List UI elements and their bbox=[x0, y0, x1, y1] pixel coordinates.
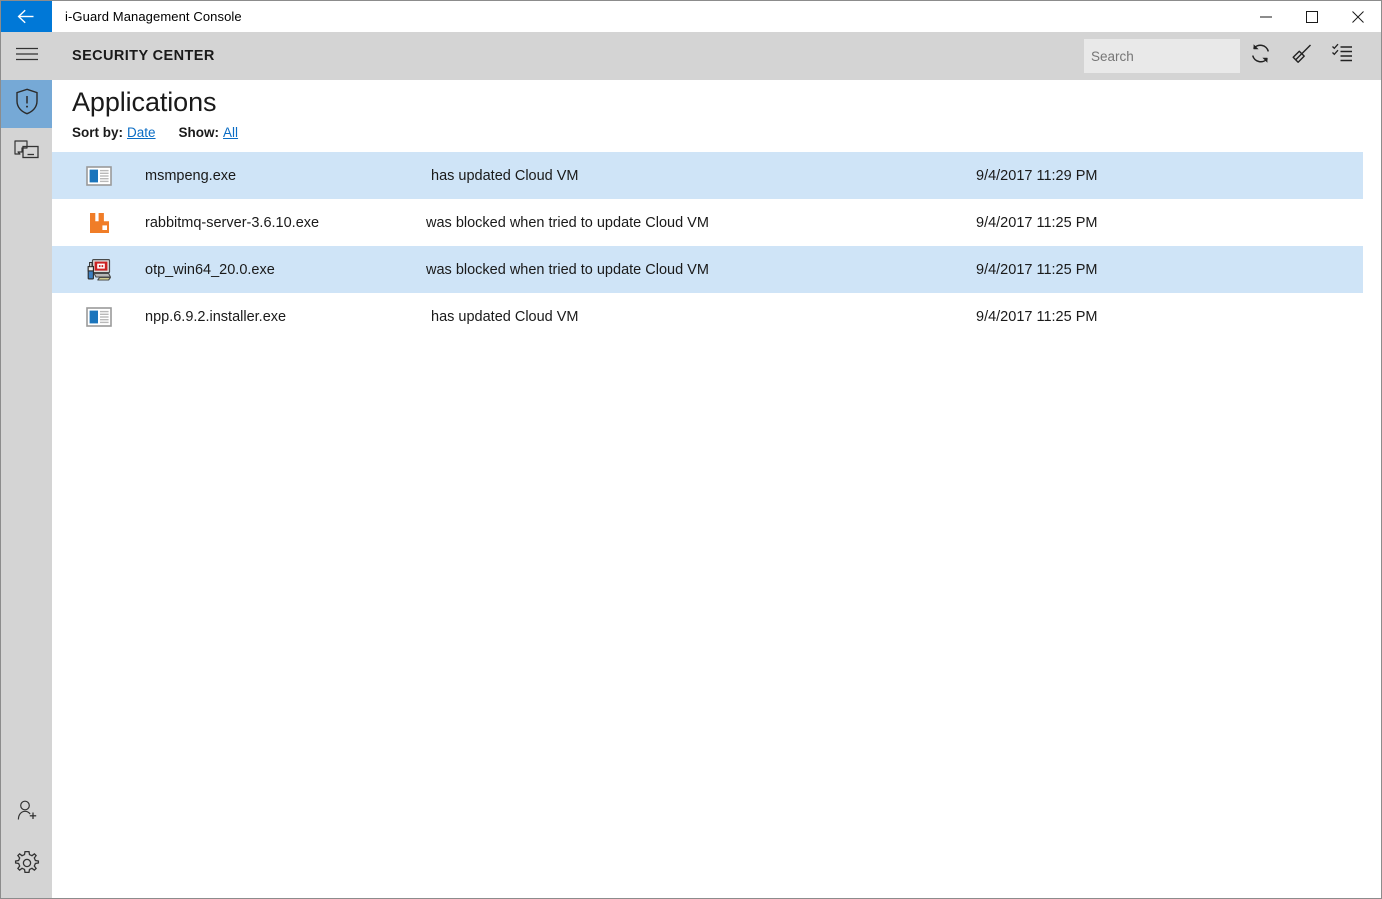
back-button[interactable] bbox=[1, 1, 52, 32]
row-icon-cell bbox=[52, 257, 126, 283]
row-file-name: msmpeng.exe bbox=[145, 167, 237, 184]
row-icon-cell bbox=[52, 163, 126, 189]
page-title: Applications bbox=[72, 87, 217, 117]
refresh-button[interactable] bbox=[1240, 32, 1281, 80]
row-file-name: npp.6.9.2.installer.exe bbox=[145, 308, 287, 325]
clear-icon bbox=[1289, 41, 1314, 71]
hamburger-menu-icon bbox=[15, 46, 38, 67]
shield-alert-icon bbox=[15, 88, 39, 120]
window-title: i-Guard Management Console bbox=[65, 9, 242, 24]
left-nav-rail bbox=[1, 32, 52, 898]
header-toolbar bbox=[1240, 32, 1381, 80]
add-user-icon bbox=[15, 799, 39, 828]
row-action-text: was blocked when tried to update Cloud V… bbox=[426, 214, 709, 231]
content-pane: Applications Sort by: Date Show: All msm… bbox=[52, 80, 1381, 898]
show-value-link[interactable]: All bbox=[223, 125, 238, 140]
sort-by-label: Sort by: bbox=[72, 125, 124, 140]
rabbitmq-icon bbox=[90, 212, 109, 233]
show-label: Show: bbox=[178, 125, 220, 140]
filter-bar: Sort by: Date Show: All bbox=[52, 118, 1381, 140]
devices-icon bbox=[13, 139, 40, 166]
select-items-button[interactable] bbox=[1322, 32, 1363, 80]
sidebar-item-add-user[interactable] bbox=[1, 787, 52, 839]
sort-by-value-link[interactable]: Date bbox=[127, 125, 156, 140]
row-action-text: has updated Cloud VM bbox=[431, 167, 579, 184]
clear-button[interactable] bbox=[1281, 32, 1322, 80]
sidebar-item-menu[interactable] bbox=[1, 32, 52, 80]
close-button[interactable] bbox=[1335, 1, 1381, 32]
sidebar-bottom-group bbox=[1, 787, 52, 891]
table-row[interactable]: npp.6.9.2.installer.exe has updated Clou… bbox=[52, 293, 1363, 340]
app-window: i-Guard Management Console SECURITY CENT… bbox=[0, 0, 1382, 899]
window-controls bbox=[1243, 1, 1381, 32]
otp-installer-icon bbox=[87, 258, 111, 281]
file-window-blue-icon bbox=[86, 306, 112, 327]
row-action-text: has updated Cloud VM bbox=[431, 308, 579, 325]
sidebar-item-settings[interactable] bbox=[1, 839, 52, 891]
minimize-button[interactable] bbox=[1243, 1, 1289, 32]
row-date: 9/4/2017 11:25 PM bbox=[976, 261, 1098, 278]
maximize-button[interactable] bbox=[1289, 1, 1335, 32]
table-row[interactable]: rabbitmq-server-3.6.10.exe was blocked w… bbox=[52, 199, 1363, 246]
row-icon-cell bbox=[52, 304, 126, 330]
file-window-blue-icon bbox=[86, 165, 112, 186]
app-header: SECURITY CENTER bbox=[52, 32, 1381, 80]
checklist-icon bbox=[1330, 41, 1355, 71]
row-date: 9/4/2017 11:25 PM bbox=[976, 308, 1098, 325]
settings-gear-icon bbox=[14, 850, 40, 881]
sidebar-item-security-center[interactable] bbox=[1, 80, 52, 128]
table-row[interactable]: msmpeng.exe has updated Cloud VM 9/4/201… bbox=[52, 152, 1363, 199]
minimize-icon bbox=[1260, 16, 1272, 17]
title-bar: i-Guard Management Console bbox=[1, 1, 1381, 32]
row-action-text: was blocked when tried to update Cloud V… bbox=[426, 261, 709, 278]
row-date: 9/4/2017 11:25 PM bbox=[976, 214, 1098, 231]
row-date: 9/4/2017 11:29 PM bbox=[976, 167, 1098, 184]
back-arrow-icon bbox=[17, 9, 36, 24]
search-input[interactable] bbox=[1084, 39, 1240, 73]
row-file-name: rabbitmq-server-3.6.10.exe bbox=[145, 214, 320, 231]
maximize-icon bbox=[1306, 10, 1318, 23]
application-list: msmpeng.exe has updated Cloud VM 9/4/201… bbox=[52, 152, 1363, 340]
row-file-name: otp_win64_20.0.exe bbox=[145, 261, 275, 278]
row-icon-cell bbox=[52, 210, 126, 236]
refresh-icon bbox=[1248, 41, 1273, 71]
close-icon bbox=[1352, 10, 1364, 23]
page-header-title: SECURITY CENTER bbox=[72, 48, 215, 64]
table-row[interactable]: otp_win64_20.0.exe was blocked when trie… bbox=[52, 246, 1363, 293]
sidebar-item-devices[interactable] bbox=[1, 128, 52, 176]
